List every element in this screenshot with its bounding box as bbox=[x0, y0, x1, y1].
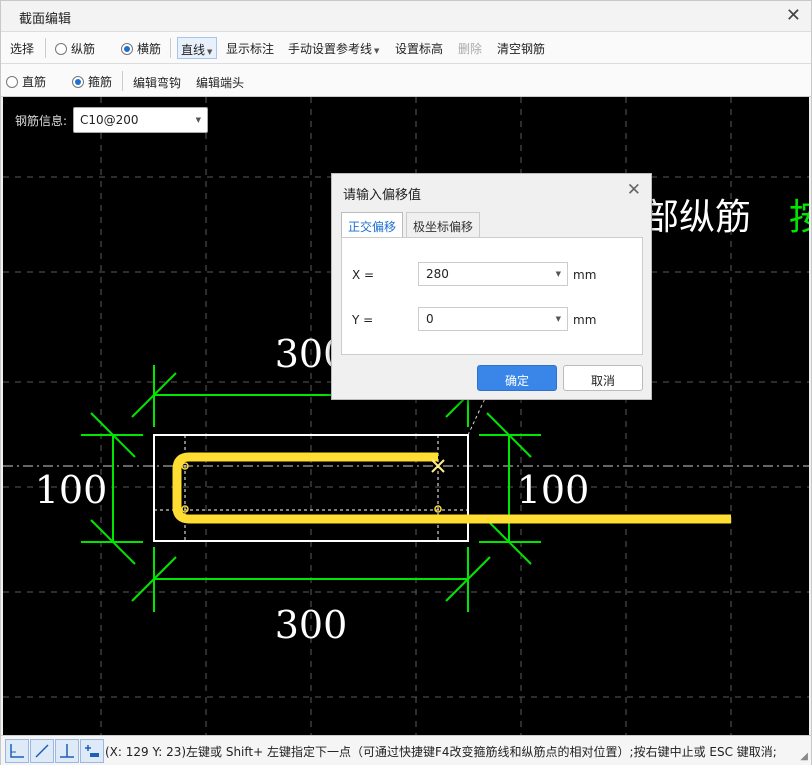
dialog-title: 请输入偏移值 bbox=[343, 188, 422, 203]
show-annotation-button[interactable]: 显示标注 bbox=[226, 40, 274, 57]
x-offset-value: 280 bbox=[426, 267, 449, 281]
rebar-info-label: 钢筋信息: bbox=[15, 114, 68, 128]
radio-stirrup[interactable]: 箍筋 bbox=[72, 73, 112, 90]
chevron-down-icon: ▼ bbox=[374, 47, 380, 55]
tab-polar-offset[interactable]: 极坐标偏移 bbox=[406, 212, 481, 238]
edit-hook-button[interactable]: 编辑弯钩 bbox=[133, 74, 181, 91]
title-bar: 截面编辑 ✕ bbox=[1, 1, 811, 31]
radio-on-icon bbox=[72, 76, 84, 88]
ok-button[interactable]: 确定 bbox=[477, 365, 557, 391]
chevron-down-icon: ▼ bbox=[555, 315, 561, 323]
y-offset-value: 0 bbox=[426, 312, 434, 326]
chevron-down-icon: ▼ bbox=[207, 48, 213, 56]
radio-off-icon bbox=[6, 76, 18, 88]
x-unit: mm bbox=[573, 268, 597, 282]
divider bbox=[170, 38, 171, 58]
toolbar-row-2: 直筋 箍筋 编辑弯钩 编辑端头 bbox=[1, 63, 811, 97]
line-mode-value: 直线 bbox=[181, 43, 206, 57]
dim-right-label: 100 bbox=[517, 468, 590, 512]
rebar-info-value: C10@200 bbox=[80, 113, 139, 127]
radio-transverse[interactable]: 横筋 bbox=[121, 40, 161, 57]
radio-off-icon bbox=[55, 43, 67, 55]
rebar-info-dropdown[interactable]: C10@200 ▼ bbox=[73, 107, 208, 133]
ortho-mode-icon[interactable] bbox=[5, 739, 29, 763]
perpendicular-icon[interactable] bbox=[55, 739, 79, 763]
radio-straight-label: 直筋 bbox=[22, 75, 47, 89]
select-button[interactable]: 选择 bbox=[10, 40, 34, 57]
manual-reference-dropdown[interactable]: 手动设置参考线 ▼ bbox=[288, 40, 379, 57]
snap-plus-icon[interactable] bbox=[80, 739, 104, 763]
background-label-green: 按 bbox=[789, 197, 809, 238]
cancel-button[interactable]: 取消 bbox=[563, 365, 643, 391]
y-offset-input[interactable]: 0 ▼ bbox=[418, 307, 568, 331]
resize-grip-icon[interactable]: ◢ bbox=[800, 751, 808, 762]
section-editor-window: 截面编辑 ✕ 选择 纵筋 横筋 直线 ▼ 显示标注 手动设置参考线 ▼ 设置标高 删… bbox=[0, 0, 812, 765]
x-offset-input[interactable]: 280 ▼ bbox=[418, 262, 568, 286]
radio-longitudinal[interactable]: 纵筋 bbox=[55, 40, 95, 57]
offset-dialog: 请输入偏移值 ✕ 正交偏移 极坐标偏移 X = 280 ▼ mm Y = 0 ▼… bbox=[331, 173, 652, 400]
tab-panel: X = 280 ▼ mm Y = 0 ▼ mm bbox=[341, 237, 643, 355]
line-mode-dropdown[interactable]: 直线 ▼ bbox=[177, 37, 217, 59]
status-message: (X: 129 Y: 23)左键或 Shift+ 左键指定下一点（可通过快捷键F… bbox=[105, 745, 777, 759]
toolbar-row-1: 选择 纵筋 横筋 直线 ▼ 显示标注 手动设置参考线 ▼ 设置标高 删除 清空钢筋 bbox=[1, 31, 811, 63]
radio-stirrup-label: 箍筋 bbox=[88, 75, 113, 89]
dim-bottom-label: 300 bbox=[275, 603, 348, 647]
clear-rebar-button[interactable]: 清空钢筋 bbox=[497, 40, 545, 57]
radio-transverse-label: 横筋 bbox=[137, 42, 162, 56]
divider bbox=[122, 71, 123, 91]
chevron-down-icon: ▼ bbox=[555, 270, 561, 278]
line-mode-icon[interactable] bbox=[30, 739, 54, 763]
x-label: X = bbox=[352, 268, 375, 282]
radio-on-icon bbox=[121, 43, 133, 55]
radio-longitudinal-label: 纵筋 bbox=[71, 42, 96, 56]
y-label: Y = bbox=[352, 313, 374, 327]
manual-reference-label: 手动设置参考线 bbox=[288, 42, 373, 56]
window-title: 截面编辑 bbox=[19, 12, 72, 27]
divider bbox=[45, 38, 46, 58]
dim-left-label: 100 bbox=[35, 468, 108, 512]
radio-straight[interactable]: 直筋 bbox=[6, 73, 46, 90]
chevron-down-icon: ▼ bbox=[195, 116, 201, 124]
tab-orthogonal-offset[interactable]: 正交偏移 bbox=[341, 212, 404, 239]
edit-end-button[interactable]: 编辑端头 bbox=[196, 74, 244, 91]
set-elevation-button[interactable]: 设置标高 bbox=[395, 40, 443, 57]
status-bar: (X: 129 Y: 23)左键或 Shift+ 左键指定下一点（可通过快捷键F… bbox=[1, 735, 811, 765]
close-icon[interactable]: ✕ bbox=[786, 5, 801, 26]
background-label: 部纵筋 bbox=[643, 197, 751, 238]
close-icon[interactable]: ✕ bbox=[627, 180, 641, 200]
y-unit: mm bbox=[573, 313, 597, 327]
delete-button[interactable]: 删除 bbox=[458, 40, 482, 57]
